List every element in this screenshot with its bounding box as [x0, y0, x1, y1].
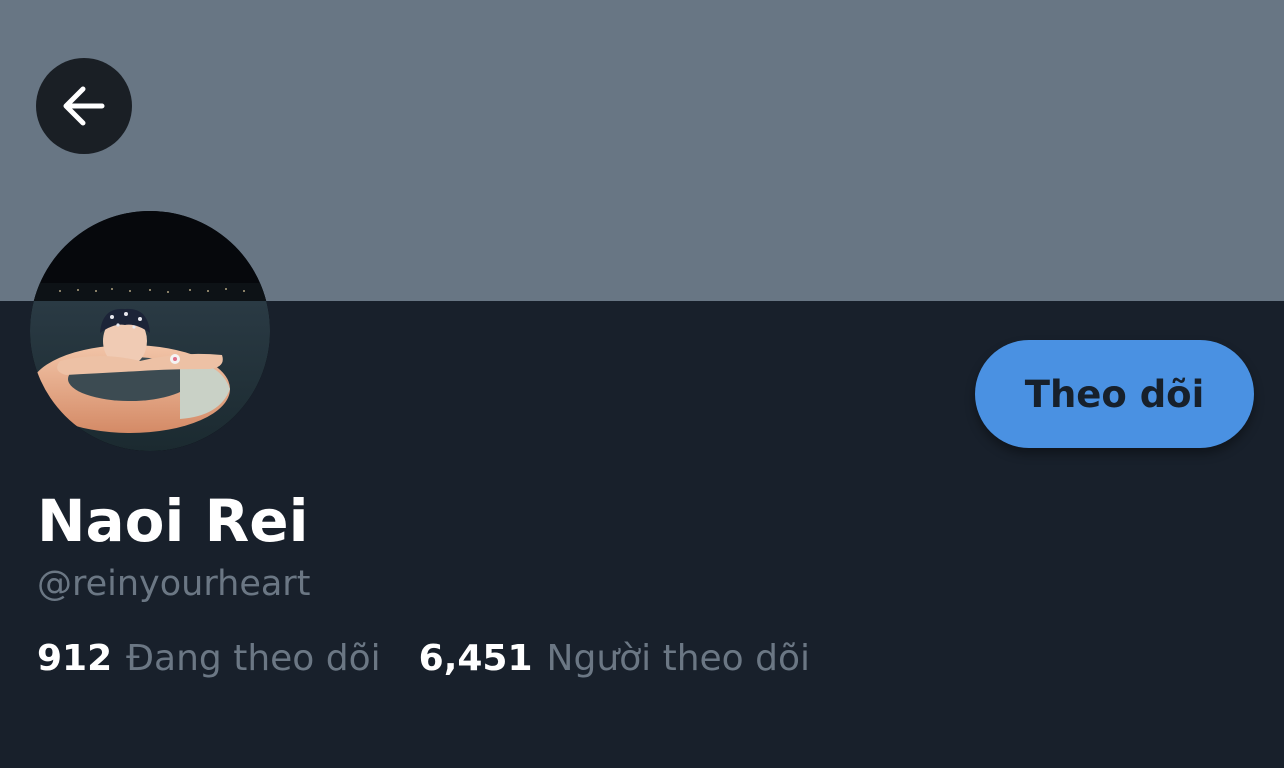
followers-count: 6,451 [418, 638, 533, 679]
back-button[interactable] [36, 58, 132, 154]
followers-label: Người theo dõi [546, 638, 811, 679]
following-stat[interactable]: 912 Đang theo dõi [37, 634, 381, 684]
profile-page: Theo dõi Naoi Rei @reinyourheart 912 Đan… [0, 0, 1284, 768]
follow-button[interactable]: Theo dõi [975, 340, 1254, 448]
followers-stat[interactable]: 6,451 Người theo dõi [419, 634, 810, 684]
profile-stats: 912 Đang theo dõi 6,451 Người theo dõi [37, 634, 810, 684]
following-label: Đang theo dõi [126, 638, 381, 679]
profile-avatar[interactable] [30, 211, 270, 451]
avatar-photo [30, 211, 270, 451]
arrow-left-icon [63, 86, 105, 126]
profile-handle: @reinyourheart [37, 564, 311, 604]
following-count: 912 [37, 638, 113, 679]
profile-display-name: Naoi Rei [37, 487, 309, 555]
